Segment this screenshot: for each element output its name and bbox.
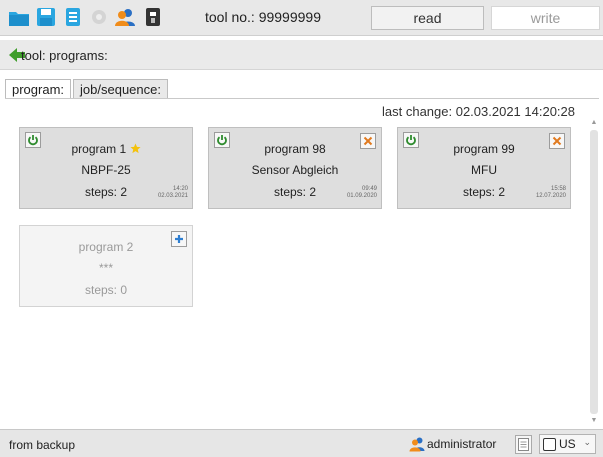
language-select[interactable]: US ⌄ (539, 434, 596, 454)
program-card-2[interactable]: program 2 *** steps: 0 (19, 225, 193, 307)
current-user[interactable]: administrator (409, 436, 496, 452)
language-value: US (559, 437, 576, 451)
save-icon[interactable] (35, 6, 57, 28)
tab-divider (5, 98, 599, 99)
status-text: from backup (9, 438, 76, 452)
program-card-1[interactable]: program 1 NBPF-25 steps: 2 14:20 02.03.20… (19, 127, 193, 209)
program-timestamp: 09:49 01.09.2020 (346, 186, 377, 199)
program-timestamp: 15:58 12.07.2020 (535, 186, 566, 199)
program-name: program 1 (20, 142, 192, 156)
write-button[interactable]: write (491, 6, 600, 30)
scrollbar-track[interactable] (590, 130, 598, 414)
program-grid: program 1 NBPF-25 steps: 2 14:20 02.03.20… (5, 118, 592, 428)
tab-job-sequence[interactable]: job/sequence: (73, 79, 168, 99)
read-button[interactable]: read (371, 6, 484, 30)
chevron-down-icon: ⌄ (583, 437, 591, 447)
status-bar: from backup administrator US ⌄ (0, 429, 603, 457)
keyboard-flag-icon (543, 437, 556, 451)
usb-drive-icon[interactable] (142, 6, 164, 28)
scroll-down-icon[interactable]: ▼ (589, 416, 599, 426)
tab-program[interactable]: program: (5, 79, 72, 99)
program-name: program 98 (264, 142, 326, 156)
program-card-99[interactable]: program 99 MFU steps: 2 15:58 12.07.2020 (397, 127, 571, 209)
user-icon (409, 437, 425, 452)
notes-button[interactable] (515, 435, 532, 454)
program-subtitle: MFU (471, 163, 497, 177)
vertical-scrollbar[interactable]: ▲ ▼ (589, 118, 599, 428)
program-subtitle: NBPF-25 (81, 163, 131, 177)
top-toolbar: tool no.: 99999999 read write (0, 0, 603, 36)
last-change-label: last change: 02.03.2021 14:20:28 (382, 104, 575, 119)
program-timestamp: 14:20 02.03.2021 (157, 186, 188, 199)
printer-icon[interactable] (62, 6, 84, 28)
folder-icon[interactable] (8, 6, 30, 28)
scroll-up-icon[interactable]: ▲ (589, 118, 599, 128)
users-icon[interactable] (114, 6, 136, 28)
program-subtitle: Sensor Abgleich (251, 163, 339, 177)
breadcrumb: tool: programs: (0, 40, 603, 70)
star-icon (129, 143, 141, 154)
user-name: administrator (427, 437, 497, 451)
tool-number-label: tool no.: 99999999 (205, 9, 321, 25)
program-subtitle: *** (98, 261, 113, 275)
program-name: program 99 (453, 142, 515, 156)
document-icon (518, 438, 529, 451)
program-steps: steps: 0 (84, 283, 128, 297)
gear-icon[interactable] (88, 6, 110, 28)
tab-bar: program: job/sequence: (5, 79, 170, 99)
program-card-98[interactable]: program 98 Sensor Abgleich steps: 2 09:4… (208, 127, 382, 209)
breadcrumb-text: tool: programs: (21, 48, 108, 63)
program-name: program 2 (78, 240, 134, 254)
